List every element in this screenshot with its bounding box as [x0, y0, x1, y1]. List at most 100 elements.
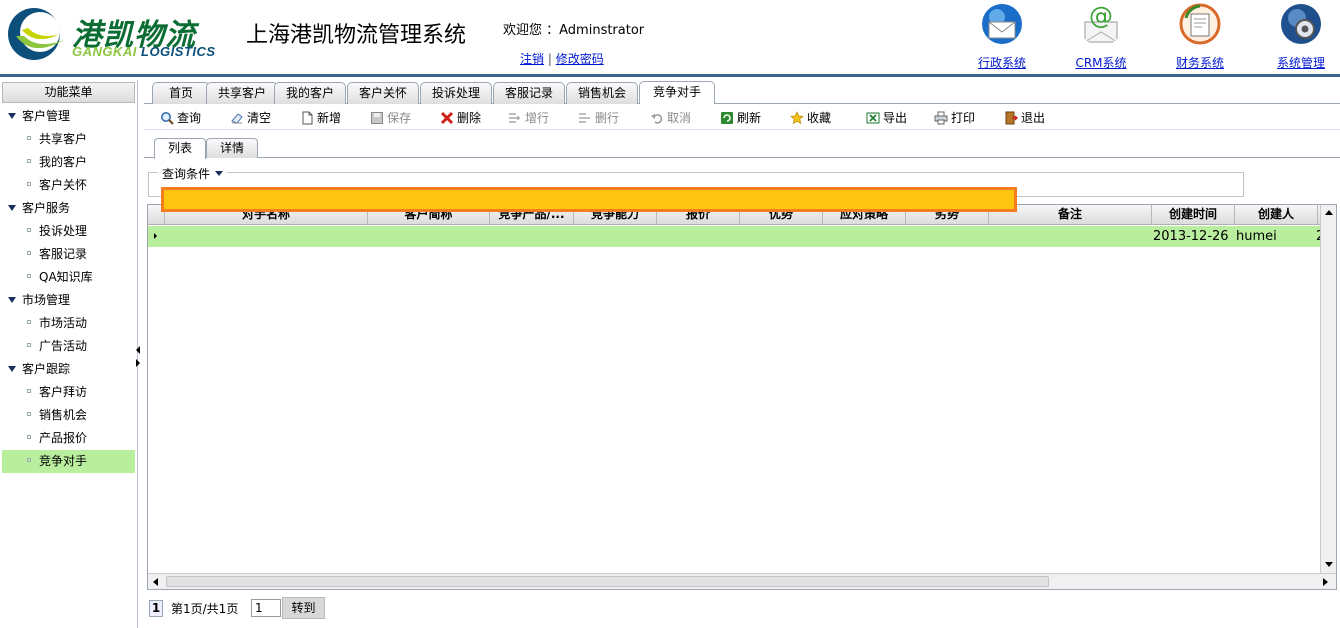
- print-button[interactable]: 打印: [934, 108, 975, 128]
- menu-item-product-quotes[interactable]: 产品报价: [2, 427, 135, 450]
- system-title: 上海港凯物流管理系统: [246, 23, 467, 48]
- bullet-icon: [27, 181, 31, 186]
- page-jump-input[interactable]: [251, 599, 281, 617]
- subtab-detail[interactable]: 详情: [206, 138, 258, 158]
- grid-vertical-scrollbar[interactable]: [1320, 205, 1336, 573]
- menu-group-customer-management[interactable]: 客户管理: [2, 105, 135, 128]
- change-password-link[interactable]: 修改密码: [556, 52, 604, 66]
- tab-customer-care[interactable]: 客户关怀: [347, 82, 419, 104]
- menu-item-ad-campaigns[interactable]: 广告活动: [2, 335, 135, 358]
- column-header-creator[interactable]: 创建人: [1235, 205, 1318, 225]
- menu-item-customer-visits[interactable]: 客户拜访: [2, 381, 135, 404]
- menu-item-customer-care[interactable]: 客户关怀: [2, 174, 135, 197]
- page-info: 第1页/共1页: [171, 602, 239, 616]
- table-row[interactable]: 2013-12-26 humei 20: [148, 226, 1320, 247]
- excel-export-icon: [866, 112, 880, 123]
- tab-complaints[interactable]: 投诉处理: [420, 82, 492, 104]
- remove-row-icon: [579, 112, 590, 123]
- exit-button[interactable]: 退出: [1004, 108, 1045, 128]
- page-jump-button[interactable]: 转到: [282, 597, 325, 619]
- menu-group-customer-tracking[interactable]: 客户跟踪: [2, 358, 135, 381]
- menu-item-competitors[interactable]: 竞争对手: [2, 450, 135, 473]
- competitor-grid: 对手名称 客户简称 竞争产品/... 竞争能力 报价 优势 应对策略 劣势 备注…: [147, 204, 1337, 590]
- collapse-triangle-icon: [8, 112, 16, 119]
- eraser-icon: [231, 112, 243, 124]
- bullet-icon: [27, 457, 31, 462]
- app-header: 港凯物流 GANGKAI LOGISTICS 上海港凯物流管理系统 欢迎您 ：A…: [0, 0, 1340, 76]
- tab-service-records[interactable]: 客服记录: [493, 82, 565, 104]
- bullet-icon: [27, 273, 31, 278]
- export-button[interactable]: 导出: [866, 108, 907, 128]
- column-header-created-time[interactable]: 创建时间: [1152, 205, 1235, 225]
- bullet-icon: [27, 227, 31, 232]
- subtab-list[interactable]: 列表: [154, 138, 206, 159]
- menu-item-sales-opportunities[interactable]: 销售机会: [2, 404, 135, 427]
- insert-row-icon: [509, 112, 520, 123]
- user-links: 注销 | 修改密码: [520, 50, 604, 67]
- view-subtabs: 列表 详情: [144, 136, 1340, 159]
- function-menu: 客户管理 共享客户 我的客户 客户关怀 客户服务 投诉处理 客服记录 QA知识库…: [2, 105, 135, 473]
- refresh-button[interactable]: 刷新: [720, 108, 761, 128]
- arrow-right-icon: [136, 359, 140, 367]
- menu-item-complaints[interactable]: 投诉处理: [2, 220, 135, 243]
- menu-group-customer-service[interactable]: 客户服务: [2, 197, 135, 220]
- menu-group-marketing[interactable]: 市场管理: [2, 289, 135, 312]
- menu-item-shared-customers[interactable]: 共享客户: [2, 128, 135, 151]
- scroll-up-icon[interactable]: [1325, 210, 1333, 215]
- logout-link[interactable]: 注销: [520, 52, 544, 66]
- query-conditions-toggle[interactable]: 查询条件: [158, 165, 228, 182]
- bullet-icon: [27, 319, 31, 324]
- menu-item-qa-knowledge-base[interactable]: QA知识库: [2, 266, 135, 289]
- bullet-icon: [27, 388, 31, 393]
- query-button[interactable]: 查询: [160, 108, 201, 128]
- scrollbar-thumb[interactable]: [166, 576, 1049, 587]
- add-row-button[interactable]: 增行: [508, 108, 549, 128]
- tab-competitors[interactable]: 竞争对手: [639, 81, 715, 104]
- row-selected-icon: [154, 233, 157, 239]
- scroll-left-icon[interactable]: [153, 578, 158, 586]
- favorite-button[interactable]: 收藏: [790, 108, 831, 128]
- finance-system-link[interactable]: 财务系统: [1165, 2, 1235, 72]
- tab-my-customers[interactable]: 我的客户: [274, 82, 346, 104]
- finance-sync-icon: [1179, 3, 1221, 45]
- page-number-button[interactable]: 1: [149, 600, 163, 617]
- bullet-icon: [27, 411, 31, 416]
- pager: 1 第1页/共1页 转到: [147, 596, 1337, 622]
- collapse-triangle-icon: [8, 296, 16, 303]
- sidebar-collapse-toggle[interactable]: [134, 345, 142, 371]
- tab-home[interactable]: 首页: [152, 82, 210, 104]
- header-divider: [0, 74, 1340, 77]
- delete-row-button[interactable]: 删行: [578, 108, 619, 128]
- red-x-icon: [440, 111, 454, 124]
- floppy-disk-icon: [371, 111, 383, 124]
- function-menu-sidebar: 功能菜单 客户管理 共享客户 我的客户 客户关怀 客户服务 投诉处理 客服记录 …: [0, 80, 138, 628]
- collapse-triangle-icon: [8, 204, 16, 211]
- logo-english-text: GANGKAI LOGISTICS: [72, 44, 216, 59]
- menu-item-service-records[interactable]: 客服记录: [2, 243, 135, 266]
- exit-door-icon: [1005, 111, 1018, 124]
- menu-item-my-customers[interactable]: 我的客户: [2, 151, 135, 174]
- printer-icon: [934, 111, 948, 124]
- new-document-icon: [302, 111, 313, 124]
- system-admin-link[interactable]: 系统管理: [1266, 2, 1336, 72]
- clear-button[interactable]: 清空: [230, 108, 271, 128]
- grid-horizontal-scrollbar[interactable]: [148, 573, 1336, 589]
- scroll-down-icon[interactable]: [1325, 562, 1333, 567]
- crm-system-link[interactable]: @ CRM系统: [1066, 2, 1136, 72]
- add-button[interactable]: 新增: [300, 108, 341, 128]
- admin-system-link[interactable]: 行政系统: [967, 2, 1037, 72]
- tab-shared-customers[interactable]: 共享客户: [206, 82, 278, 104]
- delete-button[interactable]: 删除: [440, 108, 481, 128]
- magnifier-icon: [161, 111, 174, 125]
- cancel-button[interactable]: 取消: [650, 108, 691, 128]
- menu-item-market-activities[interactable]: 市场活动: [2, 312, 135, 335]
- tab-sales-opportunities[interactable]: 销售机会: [566, 82, 638, 104]
- scroll-right-icon[interactable]: [1323, 578, 1328, 586]
- company-logo: 港凯物流 GANGKAI LOGISTICS: [2, 6, 222, 62]
- bullet-icon: [27, 250, 31, 255]
- redaction-box: [161, 187, 1017, 212]
- save-button[interactable]: 保存: [370, 108, 411, 128]
- bullet-icon: [27, 135, 31, 140]
- chevron-down-icon: [215, 171, 224, 176]
- undo-icon: [651, 113, 663, 124]
